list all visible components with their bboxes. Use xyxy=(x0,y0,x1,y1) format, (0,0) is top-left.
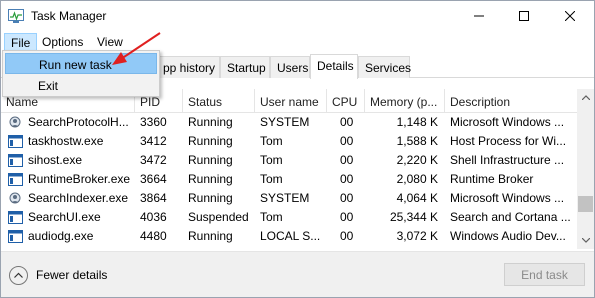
process-pid: 3864 xyxy=(140,191,167,205)
process-pid: 3472 xyxy=(140,153,167,167)
process-cpu: 00 xyxy=(340,153,354,167)
window-title: Task Manager xyxy=(31,9,107,23)
process-user: Tom xyxy=(260,172,283,186)
fewer-details-button[interactable]: Fewer details xyxy=(9,264,107,286)
minimize-icon xyxy=(474,15,484,17)
column-header-memory[interactable]: Memory (p... xyxy=(365,89,445,113)
table-row[interactable]: audiodg.exe 4480 Running LOCAL S... 00 3… xyxy=(1,227,577,246)
process-memory: 2,220 K xyxy=(396,153,438,167)
process-name: SearchIndexer.exe xyxy=(28,191,129,205)
maximize-button[interactable] xyxy=(501,1,547,31)
process-name: taskhostw.exe xyxy=(28,134,104,148)
process-status: Running xyxy=(188,115,233,129)
process-name: SearchProtocolH... xyxy=(28,115,129,129)
close-button[interactable] xyxy=(547,1,593,31)
window-app-icon xyxy=(8,230,23,243)
chevron-down-icon xyxy=(581,238,590,243)
scroll-down-button[interactable] xyxy=(577,232,594,249)
process-pid: 3664 xyxy=(140,172,167,186)
window-app-icon xyxy=(8,135,23,148)
table-row[interactable]: SearchProtocolH... 3360 Running SYSTEM 0… xyxy=(1,113,577,132)
process-description: Runtime Broker xyxy=(450,172,534,186)
scroll-up-button[interactable] xyxy=(577,89,594,106)
footer-bar: Fewer details End task xyxy=(1,251,594,297)
window-app-icon xyxy=(8,154,23,167)
end-task-button[interactable]: End task xyxy=(504,263,585,286)
fewer-details-label: Fewer details xyxy=(36,268,108,282)
process-memory: 25,344 K xyxy=(389,210,438,224)
process-status: Running xyxy=(188,229,233,243)
chevron-up-icon xyxy=(581,95,590,100)
process-user: SYSTEM xyxy=(260,191,310,205)
table-row[interactable]: SearchUI.exe 4036 Suspended Tom 00 25,34… xyxy=(1,208,577,227)
process-status: Running xyxy=(188,134,233,148)
process-description: Microsoft Windows ... xyxy=(450,115,565,129)
process-user: Tom xyxy=(260,134,283,148)
column-header-user-name[interactable]: User name xyxy=(255,89,327,113)
file-dropdown-menu: Run new task Exit xyxy=(2,50,160,97)
tab-services[interactable]: Services xyxy=(358,56,411,78)
table-row[interactable]: RuntimeBroker.exe 3664 Running Tom 00 2,… xyxy=(1,170,577,189)
process-status: Running xyxy=(188,172,233,186)
menu-item-exit[interactable]: Exit xyxy=(5,75,157,96)
tab-details[interactable]: Details xyxy=(310,54,358,79)
minimize-button[interactable] xyxy=(456,1,502,31)
search-protocol-icon xyxy=(9,116,21,128)
process-pid: 4036 xyxy=(140,210,167,224)
process-memory: 2,080 K xyxy=(396,172,438,186)
details-table: Name PID Status User name CPU Memory (p.… xyxy=(1,89,594,249)
process-user: Tom xyxy=(260,210,283,224)
process-cpu: 00 xyxy=(340,115,354,129)
close-icon xyxy=(565,11,575,21)
process-description: Microsoft Windows ... xyxy=(450,191,565,205)
process-cpu: 00 xyxy=(340,210,354,224)
process-status: Running xyxy=(188,153,233,167)
tab-users[interactable]: Users xyxy=(270,56,310,78)
process-name: SearchUI.exe xyxy=(28,210,101,224)
collapse-chevron-icon xyxy=(9,265,28,285)
process-cpu: 00 xyxy=(340,172,354,186)
maximize-icon xyxy=(519,11,529,21)
table-row[interactable]: sihost.exe 3472 Running Tom 00 2,220 K S… xyxy=(1,151,577,170)
process-description: Windows Audio Dev... xyxy=(450,229,566,243)
tab-app-history[interactable]: pp history xyxy=(156,56,220,78)
task-manager-window: Task Manager File Options View pp histor… xyxy=(0,0,595,298)
process-description: Search and Cortana ... xyxy=(450,210,571,224)
process-name: sihost.exe xyxy=(28,153,83,167)
process-description: Shell Infrastructure ... xyxy=(450,153,565,167)
column-header-status[interactable]: Status xyxy=(183,89,255,113)
process-memory: 1,588 K xyxy=(396,134,438,148)
window-app-icon xyxy=(8,173,23,186)
process-pid: 3360 xyxy=(140,115,167,129)
column-header-description[interactable]: Description xyxy=(445,89,577,113)
process-name: audiodg.exe xyxy=(28,229,94,243)
process-pid: 3412 xyxy=(140,134,167,148)
process-user: LOCAL S... xyxy=(260,229,321,243)
title-bar: Task Manager xyxy=(1,1,594,31)
process-cpu: 00 xyxy=(340,229,354,243)
process-memory: 1,148 K xyxy=(396,115,438,129)
process-memory: 4,064 K xyxy=(396,191,438,205)
process-description: Host Process for Wi... xyxy=(450,134,567,148)
process-user: SYSTEM xyxy=(260,115,310,129)
process-name: RuntimeBroker.exe xyxy=(28,172,131,186)
menu-item-run-new-task[interactable]: Run new task xyxy=(5,53,157,74)
process-cpu: 00 xyxy=(340,134,354,148)
process-pid: 4480 xyxy=(140,229,167,243)
process-user: Tom xyxy=(260,153,283,167)
scrollbar-thumb[interactable] xyxy=(578,196,593,212)
menu-bar: File Options View xyxy=(1,31,594,52)
table-row[interactable]: taskhostw.exe 3412 Running Tom 00 1,588 … xyxy=(1,132,577,151)
process-status: Running xyxy=(188,191,233,205)
task-manager-app-icon xyxy=(8,9,24,23)
vertical-scrollbar[interactable] xyxy=(577,89,594,249)
process-cpu: 00 xyxy=(340,191,354,205)
process-status: Suspended xyxy=(188,210,249,224)
search-protocol-icon xyxy=(9,192,21,204)
process-memory: 3,072 K xyxy=(396,229,438,243)
table-row[interactable]: SearchIndexer.exe 3864 Running SYSTEM 00… xyxy=(1,189,577,208)
tab-startup[interactable]: Startup xyxy=(220,56,270,78)
column-header-cpu[interactable]: CPU xyxy=(327,89,365,113)
window-app-icon xyxy=(8,211,23,224)
